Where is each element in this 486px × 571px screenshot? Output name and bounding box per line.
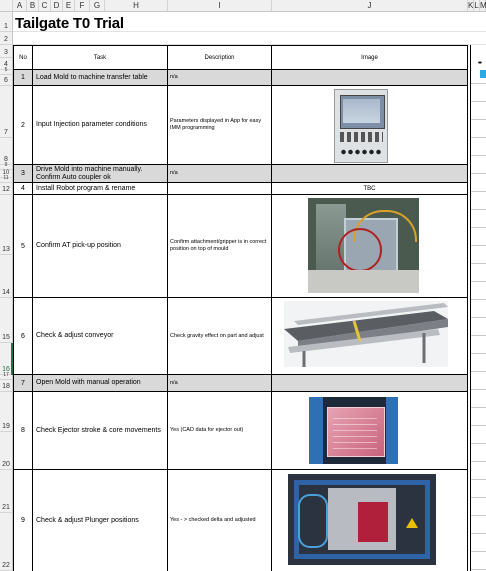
gripper-photo[interactable] [308,198,419,293]
header-task-cell[interactable]: Task [33,46,168,70]
row-header-2[interactable]: 2 [0,32,13,45]
row-header-15[interactable]: 15 [0,298,13,343]
row-header-1[interactable]: 1 [0,12,13,32]
row-header-3[interactable]: 3 [0,45,13,58]
plunger-photo-red-part [358,502,388,542]
column-header-a[interactable]: A [13,0,27,12]
task-3-no[interactable]: 3 [14,165,33,183]
control-panel-buttons [340,132,383,142]
control-panel-screen-content [343,99,380,123]
task-1-image[interactable] [272,70,468,86]
column-header-e[interactable]: E [63,0,75,12]
column-header-d[interactable]: D [51,0,63,12]
task-6-description[interactable]: Check gravity effect on part and adjust [168,298,272,375]
plunger-photo-warning [406,518,418,528]
plunger-photo-hoses [298,494,328,548]
conveyor-render-graphic [284,303,448,367]
task-9-no[interactable]: 9 [14,470,33,571]
task-8-description[interactable]: Yes (CAD data for ejector out) [168,392,272,470]
control-panel-knobs [340,148,383,156]
row-header-14[interactable]: 14 [0,255,13,298]
row-header-12[interactable]: 12 [0,183,13,195]
task-7-no[interactable]: 7 [14,375,33,392]
task-4-no[interactable]: 4 [14,183,33,195]
column-k-dotted-cell: •• [478,60,482,67]
column-header-corner[interactable] [0,0,13,12]
task-3-task[interactable]: Drive Mold into machine manually. Confir… [33,165,168,183]
task-4-task[interactable]: Install Robot program & rename [33,183,168,195]
mould-cad-photo[interactable] [309,397,398,464]
task-1-no[interactable]: 1 [14,70,33,86]
task-3-image[interactable] [272,165,468,183]
task-7-image[interactable] [272,375,468,392]
header-image-cell[interactable]: Image [272,46,468,70]
row-header-20[interactable]: 20 [0,432,13,470]
column-header-c[interactable]: C [39,0,51,12]
task-5-task[interactable]: Confirm AT pick-up position [33,195,168,298]
right-gridlines [471,70,486,570]
task-2-task[interactable]: Input Injection parameter conditions [33,86,168,165]
column-header-h[interactable]: H [105,0,168,12]
conveyor-render[interactable] [284,301,448,367]
task-4-description[interactable] [168,183,272,195]
mould-cad-photo-frame-left [309,397,323,464]
gripper-photo-cables-red [338,228,382,272]
task-3-description[interactable]: n/a [168,165,272,183]
task-1-task[interactable]: Load Mold to machine transfer table [33,70,168,86]
task-5-no[interactable]: 5 [14,195,33,298]
task-4-image[interactable]: TBC [272,183,468,195]
task-2-no[interactable]: 2 [14,86,33,165]
column-header-f[interactable]: F [75,0,90,12]
column-header-g[interactable]: G [90,0,105,12]
control-panel-photo[interactable] [334,89,388,163]
task-5-description[interactable]: Confirm attachment/gripper is in correct… [168,195,272,298]
task-8-no[interactable]: 8 [14,392,33,470]
row-header-18[interactable]: 18 [0,380,13,392]
mould-cad-photo-frame-right [386,397,398,464]
task-9-description[interactable]: Yes - > checked delta and adjusted [168,470,272,571]
task-7-description[interactable]: n/a [168,375,272,392]
task-7-task[interactable]: Open Mold with manual operation [33,375,168,392]
row-header-21[interactable]: 21 [0,470,13,513]
task-2-description[interactable]: Parameters displayed in App for easy IMM… [168,86,272,165]
task-9-task[interactable]: Check & adjust Plunger positions [33,470,168,571]
plunger-photo[interactable] [288,474,436,565]
task-6-no[interactable]: 6 [14,298,33,375]
row-header-22[interactable]: 22 [0,513,13,571]
column-header-j[interactable]: J [272,0,468,12]
row-header-19[interactable]: 19 [0,392,13,432]
header-no-cell[interactable]: No [14,46,33,70]
task-6-task[interactable]: Check & adjust conveyor [33,298,168,375]
row-header-13[interactable]: 13 [0,195,13,255]
header-description-cell[interactable]: Description [168,46,272,70]
row-header-8[interactable]: 8 [0,138,13,165]
task-8-task[interactable]: Check Ejector stroke & core movements [33,392,168,470]
mould-cad-photo-ribs [333,413,377,449]
column-header-m[interactable]: M [480,0,486,12]
column-header-i[interactable]: I [168,0,272,12]
row-header-6[interactable]: 6 [0,75,13,86]
task-1-description[interactable]: n/a [168,70,272,86]
sheet-title[interactable]: Tailgate T0 Trial [15,15,124,32]
row-header-7[interactable]: 7 [0,86,13,138]
gripper-photo-base [308,270,419,293]
column-header-b[interactable]: B [27,0,39,12]
